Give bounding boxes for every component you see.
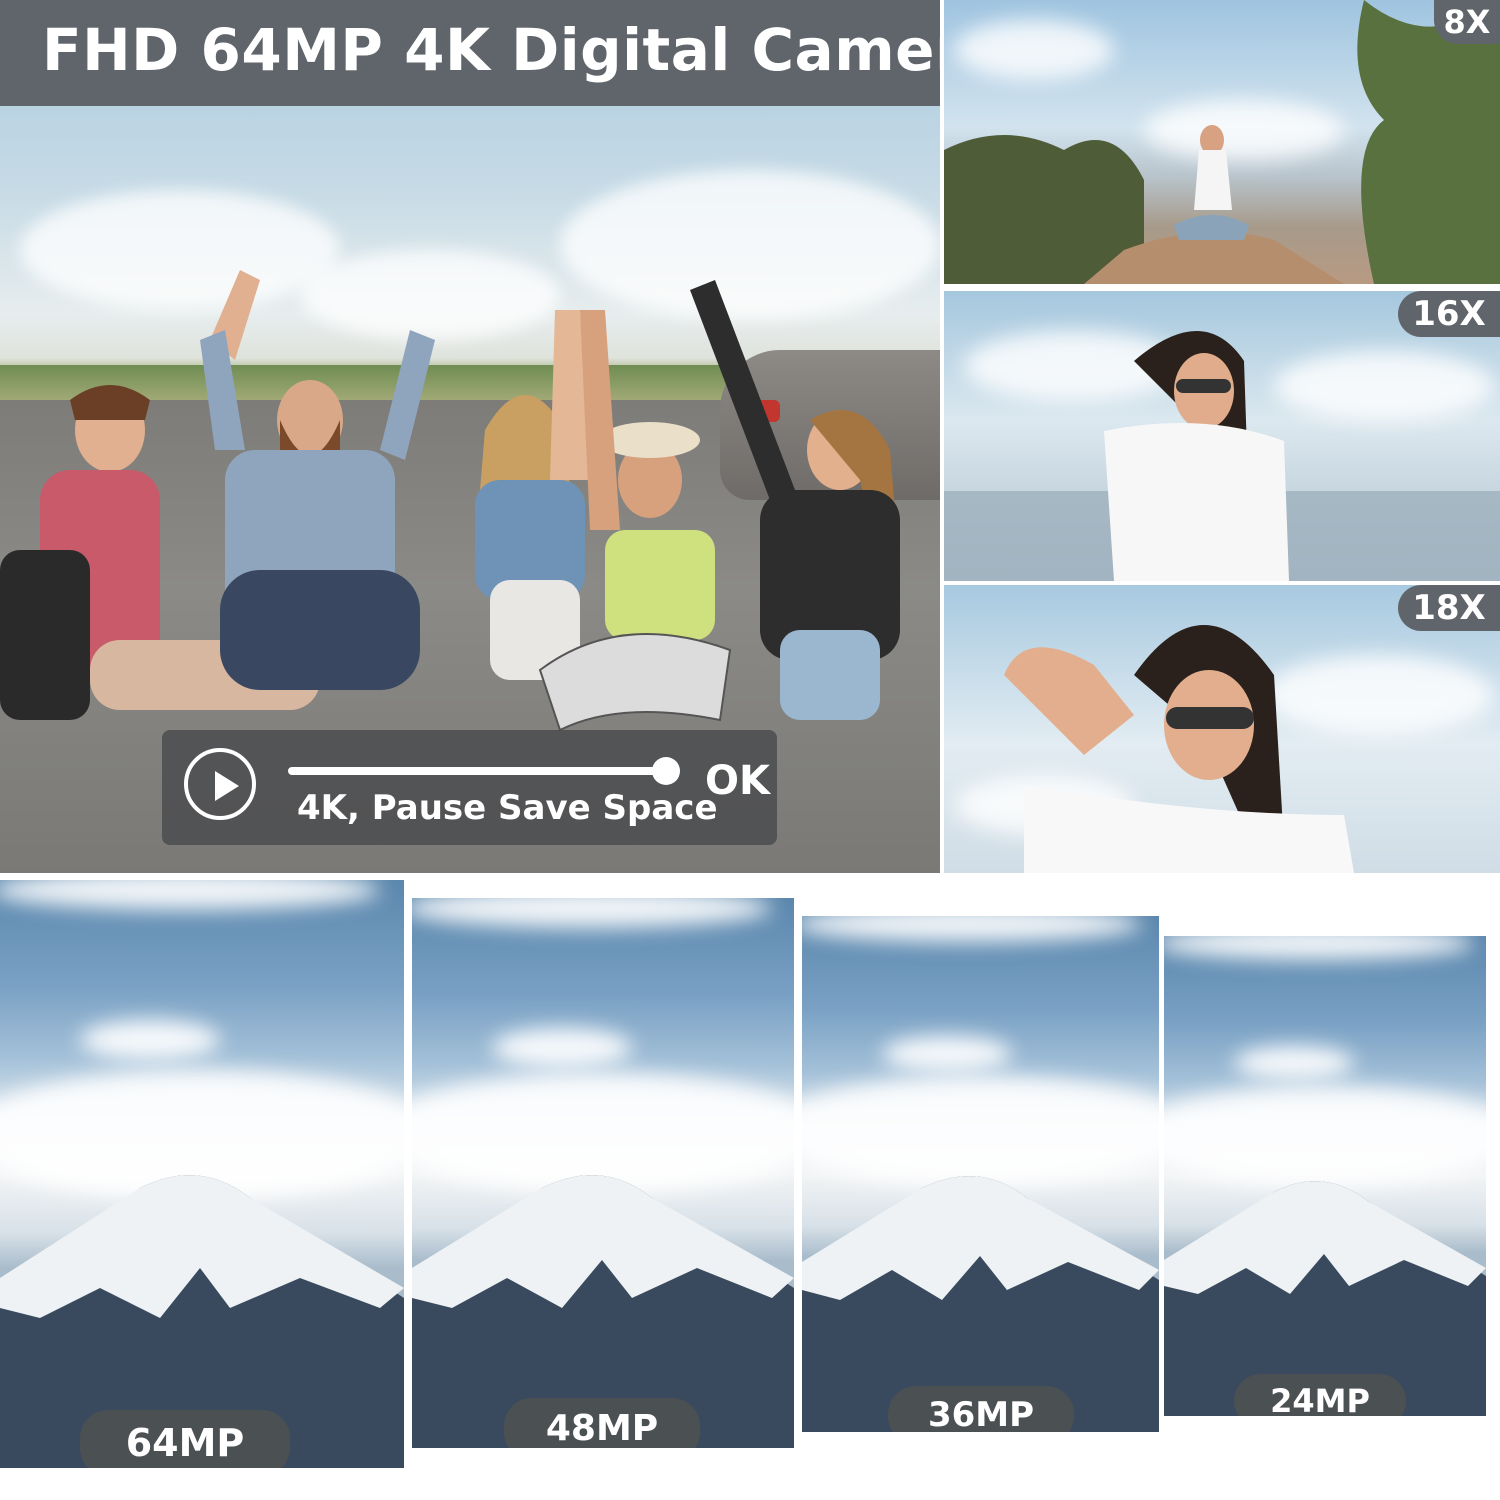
- zoom-badge: 16X: [1398, 291, 1500, 337]
- resolution-badge: 36MP: [888, 1386, 1074, 1432]
- progress-track[interactable]: [288, 767, 678, 775]
- resolution-badge: 48MP: [504, 1398, 700, 1448]
- resolution-badge: 64MP: [80, 1410, 290, 1468]
- page-title: FHD 64MP 4K Digital Camera: [42, 16, 1004, 84]
- player-caption: 4K, Pause Save Space: [297, 788, 718, 828]
- resolution-24mp-photo: 24MP: [1164, 936, 1486, 1416]
- play-icon: [215, 771, 239, 801]
- zoom-18x-photo: 18X: [944, 585, 1500, 873]
- zoom-badge: 18X: [1398, 585, 1500, 631]
- resolution-64mp-photo: 64MP: [0, 880, 404, 1468]
- zoom-badge: 8X: [1434, 0, 1500, 44]
- landscape-8x: [944, 0, 1500, 284]
- progress-knob[interactable]: [652, 757, 680, 785]
- title-bar: FHD 64MP 4K Digital Camera: [0, 0, 1003, 106]
- zoom-8x-photo: 8X: [944, 0, 1500, 284]
- video-player-overlay: OK 4K, Pause Save Space: [162, 730, 777, 845]
- group-of-friends: [0, 270, 900, 732]
- play-button[interactable]: [184, 748, 256, 820]
- zoom-16x-photo: 16X: [944, 291, 1500, 581]
- resolution-36mp-photo: 36MP: [802, 916, 1159, 1432]
- resolution-badge: 24MP: [1234, 1374, 1406, 1416]
- resolution-48mp-photo: 48MP: [412, 898, 794, 1448]
